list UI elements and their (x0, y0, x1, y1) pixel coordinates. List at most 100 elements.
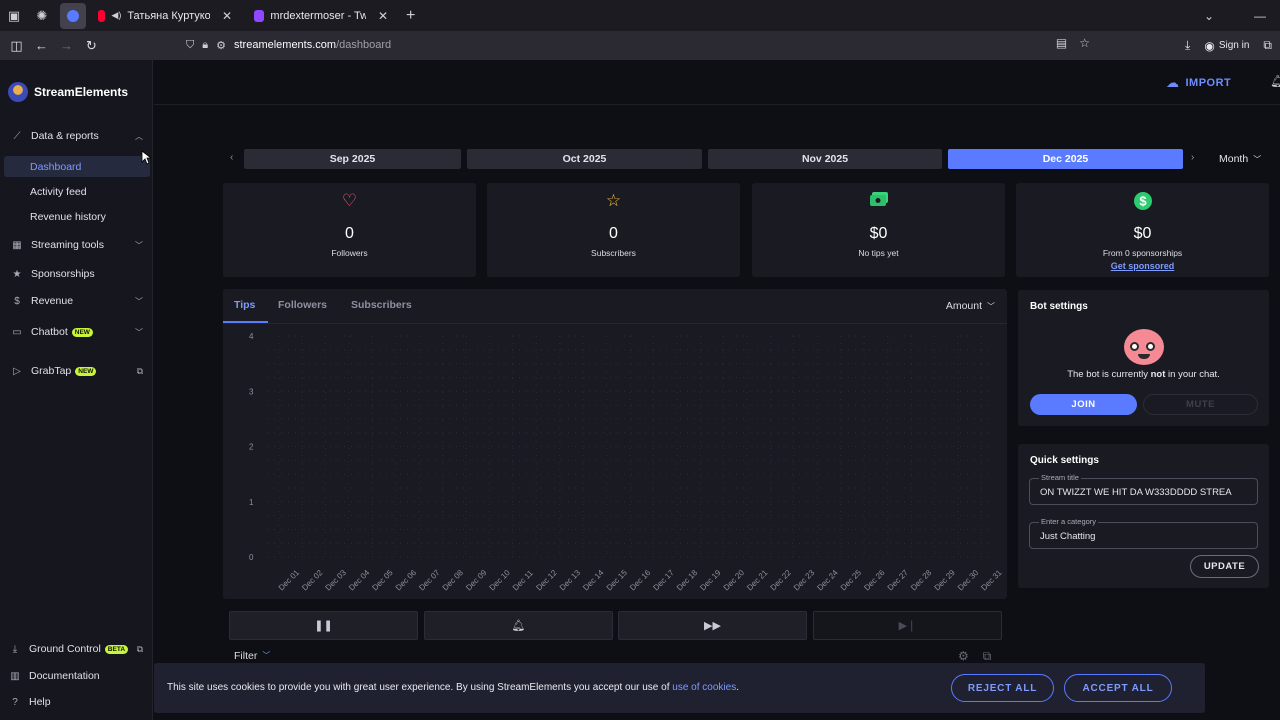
get-sponsored-link[interactable]: Get sponsored (1016, 261, 1269, 271)
chart-panel: Tips Followers Subscribers Amount ﹀ 0 1 2 3… (223, 289, 1007, 599)
tab-tips[interactable]: Tips (234, 299, 255, 311)
cookie-message: This site uses cookies to provide you wi… (167, 682, 739, 693)
bookmark-star-icon[interactable]: ☆ (1079, 36, 1090, 50)
month-tab-nov[interactable]: Nov 2025 (708, 149, 942, 169)
gear-icon[interactable]: ⚙ (958, 649, 969, 664)
bell-icon: 🔔︎ (511, 620, 526, 632)
browser-nav-bar: ◫ ← → ↻ ⛉ 🔒︎ ⚙ streamelements.com/dashbo… (0, 31, 1280, 60)
sidebar-item-documentation[interactable]: ▥ Documentation (0, 665, 153, 687)
sidebar-item-activity-feed[interactable]: Activity feed (4, 181, 150, 202)
pinned-tab-streamelements[interactable] (60, 2, 86, 29)
mute-button: MUTE (1143, 394, 1258, 415)
import-button[interactable]: ☁ IMPORT (1166, 75, 1231, 91)
mouse-cursor-icon (141, 150, 151, 165)
stat-card-sponsorships: $ $0 From 0 sponsorships Get sponsored (1016, 183, 1269, 277)
sidebar-item-ground-control[interactable]: ⤓ Ground Control BETA ⧉ (0, 638, 153, 660)
stat-value: $0 (869, 225, 888, 242)
minimize-icon[interactable]: — (1254, 9, 1266, 23)
brand[interactable]: StreamElements (8, 82, 128, 102)
amount-dropdown[interactable]: Amount ﹀ (946, 300, 995, 312)
x-tick-label: Dec 03 (324, 568, 349, 593)
next-month-icon[interactable]: › (1191, 152, 1194, 163)
twitch-favicon (254, 9, 265, 22)
tab-youtube[interactable]: ◀) Татьяна Куртукова - Два б ✕ (90, 0, 240, 31)
chevron-down-icon[interactable]: ⌄ (1204, 9, 1214, 23)
category-field[interactable]: Enter a category Just Chatting (1029, 517, 1258, 549)
alert-button[interactable]: 🔔︎ (424, 611, 613, 640)
fast-forward-icon: ▶▶ (704, 620, 721, 632)
y-tick-label: 1 (249, 498, 254, 507)
sidebar-item-grabtap[interactable]: ▷ GrabTap NEW ⧉ (0, 360, 153, 382)
x-tick-label: Dec 07 (417, 568, 442, 593)
chevron-down-icon: ﹀ (987, 301, 995, 311)
speaker-icon[interactable]: ◀) (111, 10, 121, 21)
extensions-icon[interactable]: ⧉ (1263, 38, 1272, 53)
dollar-icon: $ (14, 295, 20, 307)
close-icon[interactable]: ✕ (378, 9, 388, 23)
tab-list-icon[interactable]: ▣ (0, 0, 28, 31)
sidebar-item-help[interactable]: ? Help (0, 691, 153, 713)
browser-tab-bar: ▣ ✺ ◀) Татьяна Куртукова - Два б ✕ mrdex… (0, 0, 1280, 31)
url-bar[interactable]: ⛉ 🔒︎ ⚙ streamelements.com/dashboard ▤ ☆ (186, 33, 1096, 57)
tab-title: Татьяна Куртукова - Два б (127, 9, 210, 22)
stream-title-field[interactable]: Stream title ON TWIZZT WE HIT DA W333DDD… (1029, 473, 1258, 505)
filter-dropdown[interactable]: Filter ﹀ (234, 650, 270, 662)
sidebar-item-dashboard[interactable]: Dashboard (4, 156, 150, 177)
period-dropdown[interactable]: Month ﹀ (1219, 153, 1261, 165)
accept-all-button[interactable]: ACCEPT ALL (1064, 674, 1172, 702)
chart-line-icon: ⟋ (13, 130, 21, 142)
shield-icon[interactable]: ⛉ (186, 39, 194, 52)
sign-in-button[interactable]: ◉ Sign in (1204, 39, 1249, 53)
new-tab-icon[interactable]: + (406, 7, 415, 25)
x-tick-label: Dec 10 (488, 568, 513, 593)
stat-card-tips: $0 No tips yet (752, 183, 1005, 277)
sidebar-item-revenue-history[interactable]: Revenue history (4, 206, 150, 227)
chevron-down-icon: ﹀ (135, 327, 143, 337)
chevron-down-icon: ﹀ (1253, 154, 1262, 164)
pause-button[interactable]: ❚❚ (229, 611, 418, 640)
cookie-policy-link[interactable]: use of cookies (672, 682, 736, 693)
notification-bell-icon[interactable]: 🔔︎ (1270, 74, 1280, 88)
sidebar-item-streaming-tools[interactable]: ▦ Streaming tools ﹀ (0, 234, 153, 256)
download-icon[interactable]: ⤓ (1185, 38, 1190, 53)
sidebar-toggle-icon[interactable]: ◫ (4, 31, 29, 60)
month-tab-sep[interactable]: Sep 2025 (244, 149, 461, 169)
sidebar-item-sponsorships[interactable]: ★ Sponsorships (0, 263, 153, 285)
month-tab-dec[interactable]: Dec 2025 (948, 149, 1183, 169)
youtube-favicon (98, 9, 106, 22)
extension-icon[interactable]: ✺ (28, 0, 56, 31)
new-badge: NEW (71, 327, 93, 337)
quick-settings-panel: Quick settings Stream title ON TWIZZT WE… (1018, 444, 1269, 588)
stat-card-subscribers: ☆ 0 Subscribers (487, 183, 740, 277)
x-tick-label: Dec 28 (909, 568, 934, 593)
sidebar-item-chatbot[interactable]: ▭ Chatbot NEW ﹀ (0, 321, 153, 343)
skip-button[interactable]: ▶▶ (618, 611, 807, 640)
streamelements-favicon (67, 9, 79, 22)
brand-name: StreamElements (34, 85, 129, 99)
field-label: Enter a category (1039, 517, 1099, 526)
reader-view-icon[interactable]: ▤ (1056, 36, 1067, 50)
permissions-icon[interactable]: ⚙ (216, 39, 226, 52)
sidebar-item-revenue[interactable]: $ Revenue ﹀ (0, 290, 153, 312)
chevron-up-icon: ︿ (135, 131, 143, 141)
close-icon[interactable]: ✕ (222, 9, 232, 23)
reload-icon[interactable]: ↻ (79, 31, 104, 60)
sidebar-item-data-reports[interactable]: ⟋ Data & reports ︿ (0, 125, 153, 147)
month-tab-oct[interactable]: Oct 2025 (467, 149, 702, 169)
tab-twitch[interactable]: mrdextermoser - Twitch ✕ (246, 0, 396, 31)
back-icon[interactable]: ← (29, 31, 54, 60)
forward-icon[interactable]: → (54, 31, 79, 60)
field-value: Just Chatting (1040, 531, 1096, 542)
previous-month-icon[interactable]: ‹ (230, 152, 233, 163)
reject-all-button[interactable]: REJECT ALL (951, 674, 1054, 702)
sidebar-item-label: Activity feed (30, 185, 87, 198)
tab-followers[interactable]: Followers (278, 299, 327, 311)
external-link-icon[interactable]: ⧉ (983, 649, 992, 664)
x-tick-label: Dec 08 (441, 568, 466, 593)
stat-label: Followers (331, 248, 368, 258)
join-button[interactable]: JOIN (1030, 394, 1137, 415)
lock-icon[interactable]: 🔒︎ (202, 39, 208, 52)
update-button[interactable]: UPDATE (1190, 555, 1259, 578)
tab-subscribers[interactable]: Subscribers (351, 299, 412, 311)
month-label: Oct 2025 (562, 153, 607, 165)
